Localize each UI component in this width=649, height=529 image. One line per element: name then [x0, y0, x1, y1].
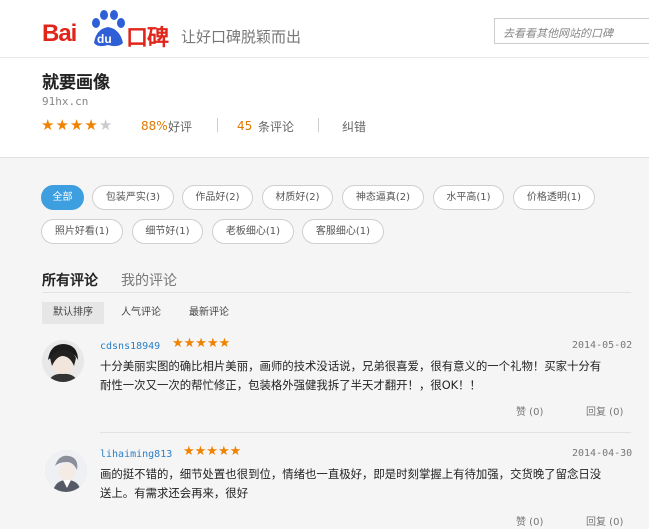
reply-button[interactable]: 回复 (0)	[586, 513, 623, 528]
logo-koubei-text: 口碑	[126, 26, 169, 51]
like-button[interactable]: 赞 (0)	[516, 513, 543, 528]
tag-filter[interactable]: 材质好(2)	[262, 185, 333, 210]
site-header: Bai du 口碑 让好口碑脱颖而出 去看看其他网站的口碑	[0, 0, 649, 58]
report-error-link[interactable]: 纠错	[342, 118, 366, 135]
slogan: 让好口碑脱颖而出	[181, 28, 302, 46]
tag-filter[interactable]: 细节好(1)	[132, 219, 203, 244]
tag-filter[interactable]: 水平高(1)	[433, 185, 504, 210]
review-text: 十分美丽实图的确比相片美丽，画师的技术没话说，兄弟很喜爱，很有意义的一个礼物！买…	[100, 357, 601, 395]
tag-filter[interactable]: 包装严实(3)	[92, 185, 174, 210]
sort-popular-button[interactable]: 人气评论	[110, 302, 172, 324]
tag-filter[interactable]: 神态逼真(2)	[342, 185, 424, 210]
search-input[interactable]: 去看看其他网站的口碑	[494, 18, 649, 44]
good-rate-label: 好评	[168, 120, 193, 134]
tag-filter[interactable]: 全部	[41, 185, 84, 210]
sort-default-button[interactable]: 默认排序	[42, 302, 104, 324]
star-empty-icon: ★	[98, 116, 114, 134]
baidu-koubei-logo[interactable]: Bai du 口碑	[42, 6, 172, 51]
review-username[interactable]: lihaiming813	[100, 449, 172, 460]
sort-latest-button[interactable]: 最新评论	[178, 302, 240, 324]
star-icon: ★	[84, 116, 99, 134]
tag-filter[interactable]: 客服细心(1)	[302, 219, 384, 244]
review-stars: ★★★★★	[183, 444, 242, 459]
review-count-value: 45	[237, 119, 253, 133]
review-stars: ★★★★★	[172, 336, 231, 351]
review-username[interactable]: cdsns18949	[100, 341, 160, 352]
review-date: 2014-04-30	[572, 448, 633, 459]
tag-filter[interactable]: 价格透明(1)	[513, 185, 595, 210]
review-date: 2014-05-02	[572, 340, 633, 351]
star-icon: ★	[55, 116, 70, 134]
divider	[318, 118, 319, 132]
logo-bai-text: Bai	[42, 20, 77, 47]
star-icon: ★	[69, 116, 85, 134]
divider	[217, 118, 218, 132]
tag-filter[interactable]: 作品好(2)	[182, 185, 253, 210]
review-text-line: 耐性一次又一次的帮忙修正，包装格外强健我拆了半天才翻开！，很OK！！	[100, 378, 481, 392]
review-text: 画的挺不错的，细节处置也很到位，情绪也一直极好，即是时刻掌握上有待加强，交货晚了…	[100, 465, 601, 503]
logo-du-text: du	[97, 32, 112, 46]
avatar[interactable]	[45, 450, 87, 492]
tag-filter[interactable]: 照片好看(1)	[41, 219, 123, 244]
rating-stars: ★★★★★	[41, 116, 113, 134]
like-button[interactable]: 赞 (0)	[516, 403, 543, 418]
avatar[interactable]	[42, 340, 84, 382]
star-icon: ★	[41, 116, 56, 134]
page-title: 就要画像	[42, 73, 110, 93]
good-rate-value: 88%	[141, 119, 168, 133]
tab-divider	[42, 292, 631, 293]
shop-info-panel: 就要画像 91hx.cn ★★★★★ 88% 好评 45 条评论 纠错	[0, 58, 649, 158]
user-avatar-icon	[45, 450, 87, 492]
review-text-line: 十分美丽实图的确比相片美丽，画师的技术没话说，兄弟很喜爱，很有意义的一个礼物！买…	[100, 359, 602, 373]
review-text-line: 画的挺不错的，细节处置也很到位，情绪也一直极好，即是时刻掌握上有待加强，交货晚了…	[100, 467, 602, 481]
user-avatar-icon	[42, 340, 84, 382]
review-text-line: 送上。有需求还会再来，很好	[100, 486, 249, 500]
shop-url: 91hx.cn	[42, 95, 89, 108]
reply-button[interactable]: 回复 (0)	[586, 403, 623, 418]
tab-all-reviews[interactable]: 所有评论	[42, 270, 98, 290]
tab-my-reviews[interactable]: 我的评论	[121, 270, 177, 290]
review-count-label[interactable]: 条评论	[258, 118, 294, 135]
review-divider	[100, 432, 631, 433]
tag-filter[interactable]: 老板细心(1)	[212, 219, 294, 244]
